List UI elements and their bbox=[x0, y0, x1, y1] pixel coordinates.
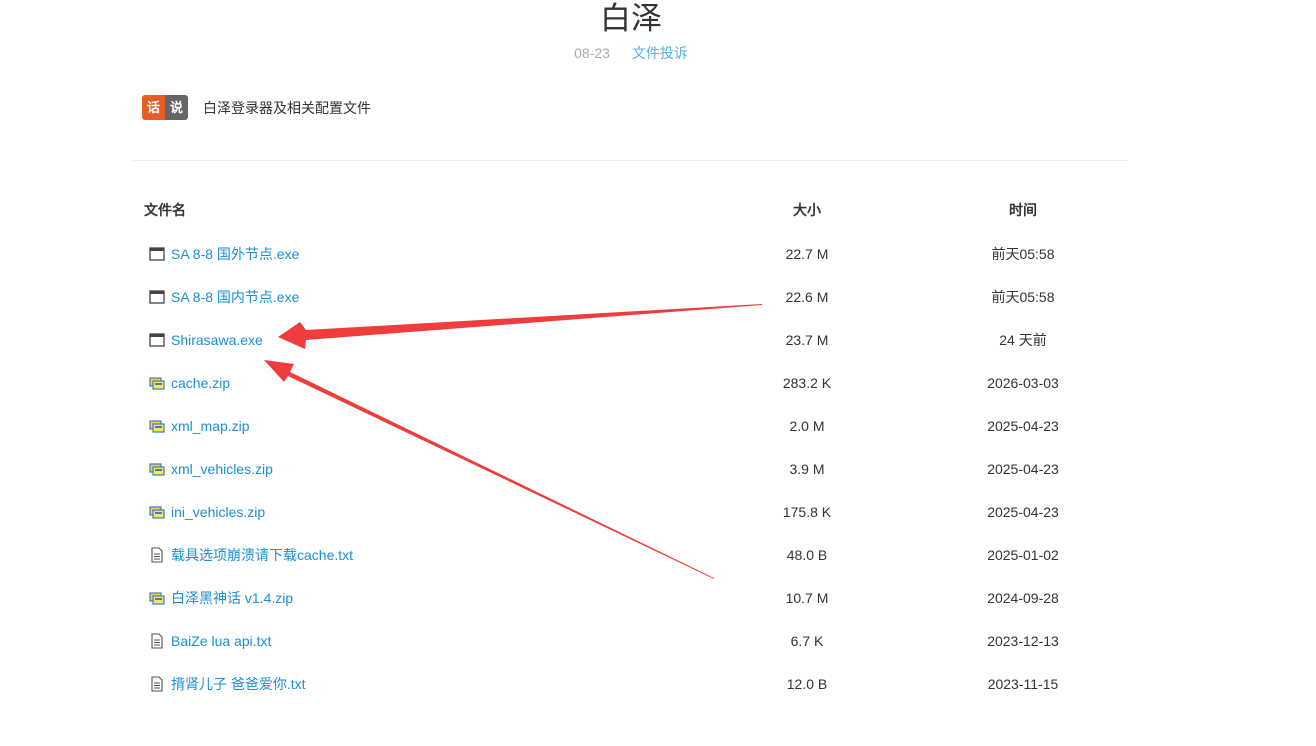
divider bbox=[133, 160, 1128, 161]
file-name-cell: xml_vehicles.zip bbox=[144, 447, 273, 490]
file-time-cell: 2023-12-13 bbox=[987, 632, 1059, 649]
file-size-cell: 48.0 B bbox=[786, 546, 828, 563]
file-size-cell: 12.0 B bbox=[786, 675, 828, 692]
file-link[interactable]: 载具选项崩溃请下载cache.txt bbox=[171, 545, 353, 565]
file-link[interactable]: cache.zip bbox=[171, 375, 230, 391]
description-text: 白泽登录器及相关配置文件 bbox=[203, 99, 372, 116]
file-size-cell: 3.9 M bbox=[789, 460, 825, 477]
file-size-cell: 10.7 M bbox=[785, 589, 829, 606]
file-name-cell: 白泽黑神话 v1.4.zip bbox=[144, 576, 293, 619]
file-size-cell: 2.0 M bbox=[789, 417, 825, 434]
file-link[interactable]: BaiZe lua api.txt bbox=[171, 633, 271, 649]
file-time-cell: 2026-03-03 bbox=[987, 374, 1059, 391]
page: 白泽 08-23 文件投诉 话 说 白泽登录器及相关配置文件 文件名 大小 时间… bbox=[0, 0, 1316, 746]
table-row: 白泽黑神话 v1.4.zip 10.7 M 2024-09-28 bbox=[133, 576, 1128, 619]
exe-window-icon bbox=[149, 332, 165, 348]
file-link[interactable]: ini_vehicles.zip bbox=[171, 504, 265, 520]
file-time-cell: 2025-04-23 bbox=[987, 503, 1059, 520]
zip-archive-icon bbox=[149, 418, 165, 434]
file-name-cell: 载具选项崩溃请下载cache.txt bbox=[144, 533, 353, 576]
badge-right: 说 bbox=[165, 95, 189, 120]
post-meta: 08-23 文件投诉 bbox=[0, 44, 1262, 62]
text-file-icon bbox=[149, 632, 165, 649]
badge-left: 话 bbox=[142, 95, 166, 120]
file-time-cell: 24 天前 bbox=[999, 331, 1047, 348]
table-row: 载具选项崩溃请下载cache.txt 48.0 B 2025-01-02 bbox=[133, 533, 1128, 576]
file-link[interactable]: xml_map.zip bbox=[171, 418, 250, 434]
file-size-cell: 22.7 M bbox=[785, 245, 829, 262]
file-link[interactable]: SA 8-8 国内节点.exe bbox=[171, 287, 299, 307]
file-name-cell: BaiZe lua api.txt bbox=[144, 619, 271, 662]
file-name-cell: ini_vehicles.zip bbox=[144, 490, 265, 533]
exe-window-icon bbox=[149, 289, 165, 305]
text-file-icon bbox=[149, 546, 165, 563]
file-name-cell: 揹肾儿子 爸爸爱你.txt bbox=[144, 662, 306, 705]
exe-window-icon bbox=[149, 246, 165, 262]
file-link[interactable]: 白泽黑神话 v1.4.zip bbox=[171, 588, 293, 608]
file-time-cell: 前天05:58 bbox=[991, 245, 1055, 262]
page-title: 白泽 bbox=[600, 1, 662, 37]
text-file-icon bbox=[149, 675, 165, 692]
table-row: Shirasawa.exe 23.7 M 24 天前 bbox=[133, 318, 1128, 361]
table-row: BaiZe lua api.txt 6.7 K 2023-12-13 bbox=[133, 619, 1128, 662]
table-row: ini_vehicles.zip 175.8 K 2025-04-23 bbox=[133, 490, 1128, 533]
post-date: 08-23 bbox=[574, 45, 610, 61]
file-name-cell: SA 8-8 国外节点.exe bbox=[144, 232, 299, 275]
file-size-cell: 22.6 M bbox=[785, 288, 829, 305]
file-size-cell: 6.7 K bbox=[790, 632, 824, 649]
say-badge: 话 说 bbox=[142, 95, 189, 120]
file-table: 文件名 大小 时间 SA 8-8 国外节点.exe 22.7 M 前天05:58 SA… bbox=[133, 188, 1128, 705]
file-link[interactable]: Shirasawa.exe bbox=[171, 332, 263, 348]
table-row: xml_map.zip 2.0 M 2025-04-23 bbox=[133, 404, 1128, 447]
file-name-cell: SA 8-8 国内节点.exe bbox=[144, 275, 299, 318]
file-size-cell: 175.8 K bbox=[782, 503, 832, 520]
table-row: SA 8-8 国外节点.exe 22.7 M 前天05:58 bbox=[133, 232, 1128, 275]
file-size-cell: 23.7 M bbox=[785, 331, 829, 348]
table-row: SA 8-8 国内节点.exe 22.6 M 前天05:58 bbox=[133, 275, 1128, 318]
file-name-cell: Shirasawa.exe bbox=[144, 318, 263, 361]
file-link[interactable]: xml_vehicles.zip bbox=[171, 461, 273, 477]
file-time-cell: 2025-04-23 bbox=[987, 417, 1059, 434]
zip-archive-icon bbox=[149, 461, 165, 477]
zip-archive-icon bbox=[149, 504, 165, 520]
file-name-cell: xml_map.zip bbox=[144, 404, 250, 447]
file-link[interactable]: 揹肾儿子 爸爸爱你.txt bbox=[171, 674, 306, 694]
file-name-cell: cache.zip bbox=[144, 361, 230, 404]
column-header-name: 文件名 bbox=[144, 202, 186, 218]
file-link[interactable]: SA 8-8 国外节点.exe bbox=[171, 244, 299, 264]
file-size-cell: 283.2 K bbox=[782, 374, 832, 391]
table-row: cache.zip 283.2 K 2026-03-03 bbox=[133, 361, 1128, 404]
table-header: 文件名 大小 时间 bbox=[133, 188, 1128, 232]
column-header-size: 大小 bbox=[793, 202, 821, 218]
zip-archive-icon bbox=[149, 375, 165, 391]
zip-archive-icon bbox=[149, 590, 165, 606]
file-time-cell: 2024-09-28 bbox=[987, 589, 1059, 606]
file-time-cell: 2025-01-02 bbox=[987, 546, 1059, 563]
category-link[interactable]: 文件投诉 bbox=[632, 45, 688, 61]
table-row: 揹肾儿子 爸爸爱你.txt 12.0 B 2023-11-15 bbox=[133, 662, 1128, 705]
table-row: xml_vehicles.zip 3.9 M 2025-04-23 bbox=[133, 447, 1128, 490]
table-body: SA 8-8 国外节点.exe 22.7 M 前天05:58 SA 8-8 国内节点.… bbox=[133, 232, 1128, 705]
file-time-cell: 2023-11-15 bbox=[987, 675, 1059, 692]
description-block: 话 说 白泽登录器及相关配置文件 bbox=[142, 95, 371, 120]
file-time-cell: 前天05:58 bbox=[991, 288, 1055, 305]
file-time-cell: 2025-04-23 bbox=[987, 460, 1059, 477]
column-header-time: 时间 bbox=[1009, 202, 1037, 218]
